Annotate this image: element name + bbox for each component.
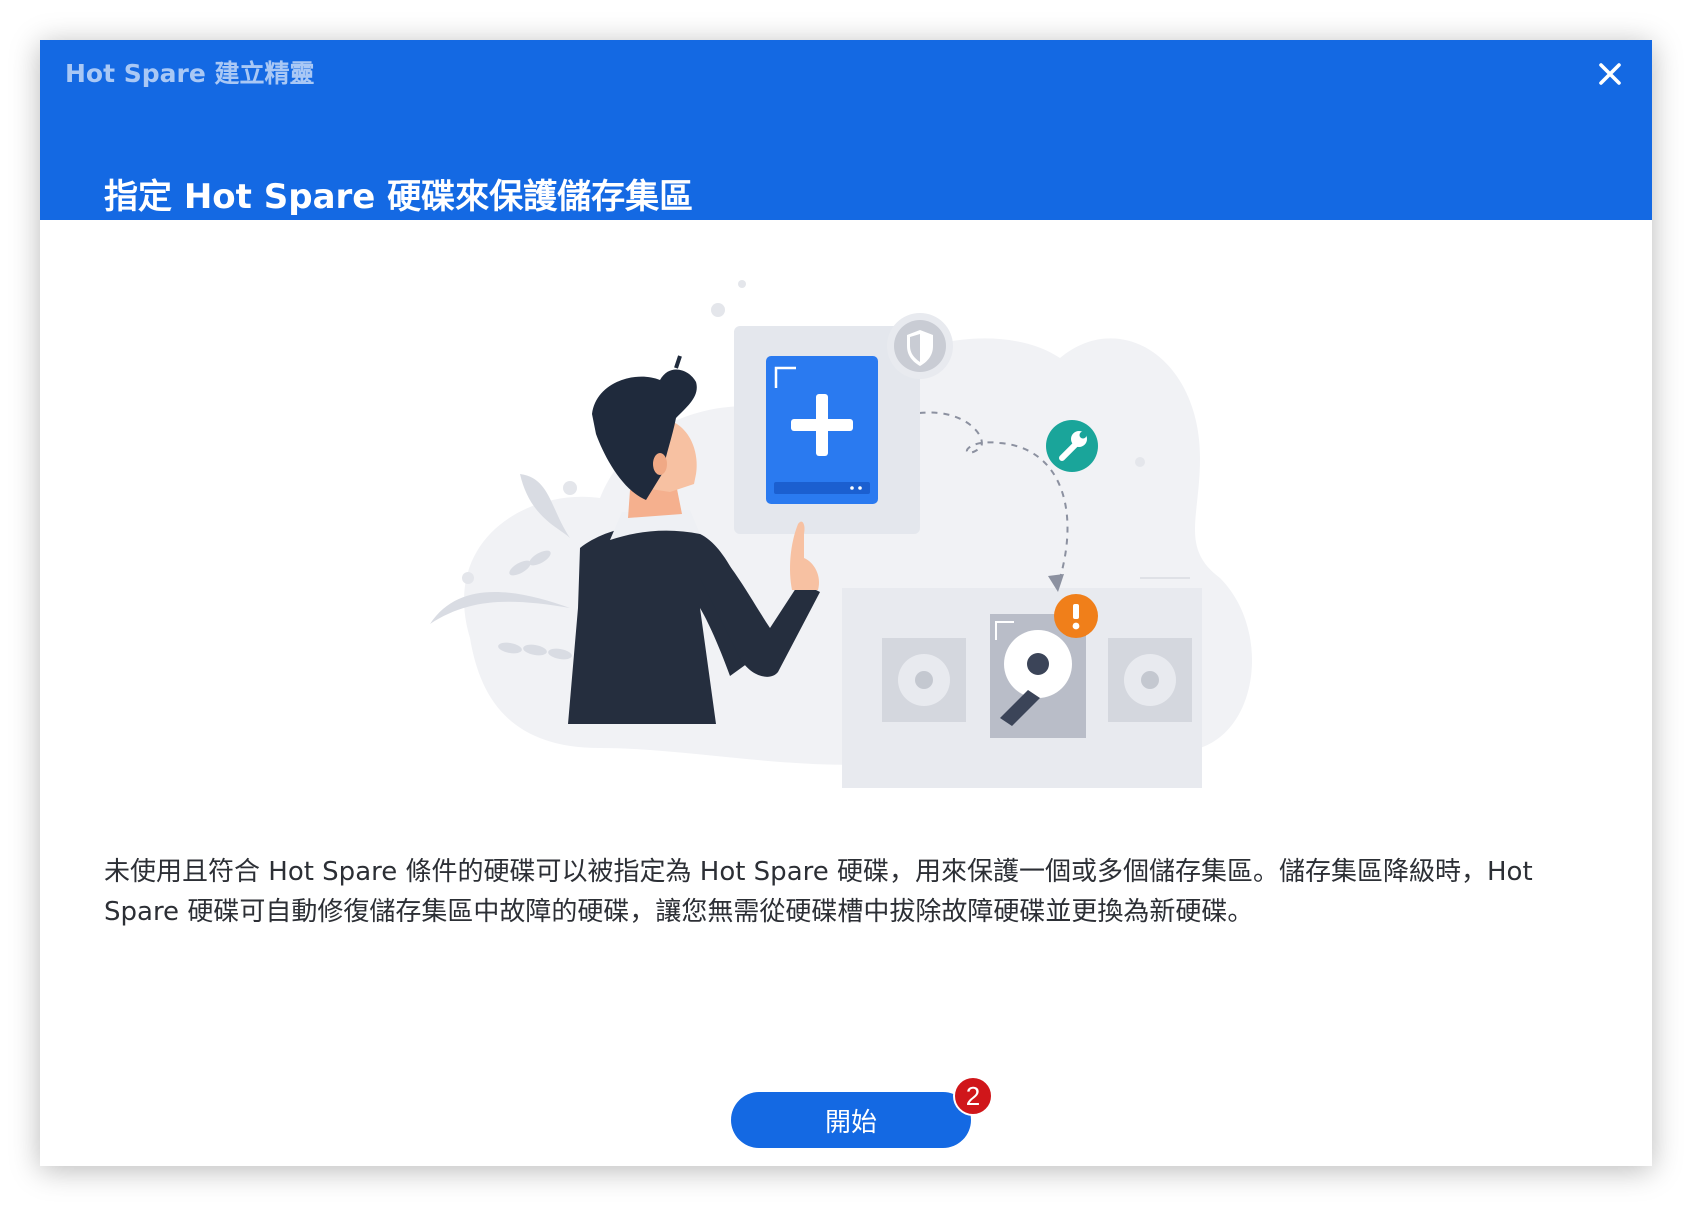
- start-button-label: 開始: [824, 1107, 877, 1138]
- plus-icon: [766, 356, 878, 504]
- description-text: 未使用且符合 Hot Spare 條件的硬碟可以被指定為 Hot Spare 硬…: [104, 857, 1533, 927]
- hot-spare-wizard-dialog: Hot Spare 建立精靈 指定 Hot Spare 硬碟來保護儲存集區 未使…: [40, 40, 1652, 1166]
- wrench-icon: [1046, 420, 1098, 472]
- drive-bay: [842, 588, 1202, 788]
- warning-icon: [1054, 594, 1098, 638]
- close-button[interactable]: [1586, 50, 1634, 98]
- hot-spare-illustration: [430, 280, 1253, 788]
- window-title: Hot Spare 建立精靈: [65, 59, 315, 88]
- start-button[interactable]: 開始: [731, 1092, 971, 1148]
- close-icon: [1599, 63, 1621, 85]
- dialog-header: Hot Spare 建立精靈 指定 Hot Spare 硬碟來保護儲存集區: [40, 40, 1652, 220]
- page-heading: 指定 Hot Spare 硬碟來保護儲存集區: [104, 177, 694, 217]
- shield-icon: [887, 313, 953, 379]
- step-number-badge: 2: [953, 1076, 993, 1116]
